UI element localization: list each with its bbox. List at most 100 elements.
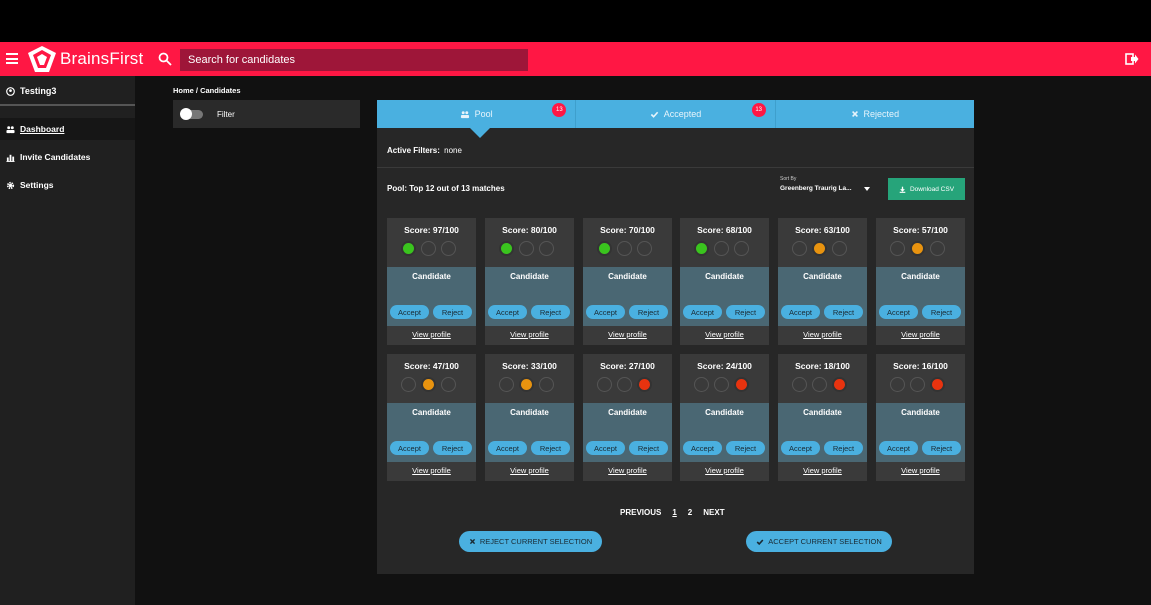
sidebar-divider xyxy=(0,104,135,106)
breadcrumb[interactable]: Home / Candidates xyxy=(173,86,241,95)
candidate-card-body: Candidate Accept Reject xyxy=(583,403,672,462)
accept-button[interactable]: Accept xyxy=(781,441,820,455)
previous-page-button[interactable]: PREVIOUS xyxy=(620,508,661,517)
logo[interactable]: BrainsFirst xyxy=(27,45,143,73)
score-indicator xyxy=(401,241,456,256)
candidate-name: Candidate xyxy=(412,408,451,417)
tab-rejected[interactable]: Rejected xyxy=(776,100,974,128)
score-dot xyxy=(832,377,847,392)
tab-pool[interactable]: Pool 13 xyxy=(377,100,577,128)
reject-button[interactable]: Reject xyxy=(726,441,765,455)
reject-button[interactable]: Reject xyxy=(629,441,668,455)
view-profile-link[interactable]: View profile xyxy=(876,466,965,475)
candidate-card-body: Candidate Accept Reject xyxy=(485,403,574,462)
accept-button[interactable]: Accept xyxy=(683,305,722,319)
accept-button[interactable]: Accept xyxy=(390,305,429,319)
accept-button[interactable]: Accept xyxy=(683,441,722,455)
reject-button[interactable]: Reject xyxy=(433,305,472,319)
score-dot xyxy=(499,377,514,392)
view-profile-link[interactable]: View profile xyxy=(485,330,574,339)
sidebar-item-settings[interactable]: Settings xyxy=(0,174,135,196)
tab-accepted[interactable]: Accepted 13 xyxy=(576,100,776,128)
candidate-card-body: Candidate Accept Reject xyxy=(485,267,574,326)
view-profile-link[interactable]: View profile xyxy=(387,466,476,475)
accept-button[interactable]: Accept xyxy=(488,305,527,319)
main-content: Home / Candidates Filter Pool 13 Accepte… xyxy=(135,76,1151,605)
user-name: Testing3 xyxy=(20,86,57,96)
active-tab-pointer xyxy=(470,128,490,138)
sort-dropdown[interactable]: Sort By Greenberg Traurig La... xyxy=(780,176,870,192)
filter-panel: Filter xyxy=(173,100,360,128)
reject-button[interactable]: Reject xyxy=(824,441,863,455)
reject-button[interactable]: Reject xyxy=(433,441,472,455)
tab-label: Rejected xyxy=(863,109,900,119)
score-dot xyxy=(832,241,847,256)
view-profile-link[interactable]: View profile xyxy=(387,330,476,339)
tab-label: Accepted xyxy=(663,109,702,119)
search-input[interactable] xyxy=(180,49,528,71)
view-profile-link[interactable]: View profile xyxy=(485,466,574,475)
accept-button[interactable]: Accept xyxy=(879,305,918,319)
accept-selection-button[interactable]: ACCEPT CURRENT SELECTION xyxy=(746,531,892,552)
logout-icon[interactable] xyxy=(1125,52,1139,66)
candidate-card-body: Candidate Accept Reject xyxy=(680,403,769,462)
candidate-score: Score: 80/100 xyxy=(502,225,557,235)
candidate-name: Candidate xyxy=(608,272,647,281)
candidate-card-body: Candidate Accept Reject xyxy=(680,267,769,326)
score-indicator xyxy=(597,377,652,392)
score-indicator xyxy=(792,241,847,256)
accept-button[interactable]: Accept xyxy=(586,305,625,319)
sidebar-item-invite-candidates[interactable]: Invite Candidates xyxy=(0,146,135,168)
candidate-card: Score: 47/100 Candidate Accept Reject View p… xyxy=(387,354,476,481)
reject-button[interactable]: Reject xyxy=(922,441,961,455)
filter-toggle[interactable] xyxy=(180,107,203,120)
score-dot xyxy=(792,241,807,256)
check-icon xyxy=(756,538,764,545)
view-profile-link[interactable]: View profile xyxy=(876,330,965,339)
download-csv-button[interactable]: Download CSV xyxy=(888,178,965,200)
page-button-2[interactable]: 2 xyxy=(688,508,692,517)
search-icon[interactable] xyxy=(158,52,172,66)
candidate-score: Score: 97/100 xyxy=(404,225,459,235)
page-button-1[interactable]: 1 xyxy=(672,508,676,517)
tab-bar: Pool 13 Accepted 13 Rejected xyxy=(377,100,974,128)
candidate-name: Candidate xyxy=(803,408,842,417)
score-dot xyxy=(734,377,749,392)
view-profile-link[interactable]: View profile xyxy=(680,466,769,475)
next-page-button[interactable]: NEXT xyxy=(703,508,724,517)
reject-button[interactable]: Reject xyxy=(629,305,668,319)
score-dot xyxy=(812,241,827,256)
score-dot xyxy=(734,241,749,256)
candidate-card: Score: 63/100 Candidate Accept Reject View p… xyxy=(778,218,867,345)
accept-button[interactable]: Accept xyxy=(488,441,527,455)
accept-button[interactable]: Accept xyxy=(390,441,429,455)
score-indicator xyxy=(694,241,749,256)
view-profile-link[interactable]: View profile xyxy=(680,330,769,339)
candidate-card: Score: 24/100 Candidate Accept Reject View p… xyxy=(680,354,769,481)
reject-button[interactable]: Reject xyxy=(922,305,961,319)
candidate-card-body: Candidate Accept Reject xyxy=(387,403,476,462)
active-filters-value: none xyxy=(444,146,462,155)
download-icon xyxy=(899,186,906,193)
view-profile-link[interactable]: View profile xyxy=(583,330,672,339)
score-dot xyxy=(910,377,925,392)
accept-button[interactable]: Accept xyxy=(781,305,820,319)
reject-button[interactable]: Reject xyxy=(726,305,765,319)
score-dot xyxy=(930,377,945,392)
sidebar-item-dashboard[interactable]: Dashboard xyxy=(0,118,135,140)
menu-icon[interactable] xyxy=(6,53,18,64)
view-profile-link[interactable]: View profile xyxy=(778,466,867,475)
user-info[interactable]: Testing3 xyxy=(6,86,56,96)
view-profile-link[interactable]: View profile xyxy=(583,466,672,475)
accept-button[interactable]: Accept xyxy=(586,441,625,455)
reject-button[interactable]: Reject xyxy=(531,305,570,319)
reject-selection-button[interactable]: REJECT CURRENT SELECTION xyxy=(459,531,602,552)
view-profile-link[interactable]: View profile xyxy=(778,330,867,339)
count-badge: 13 xyxy=(751,103,766,117)
candidate-card: Score: 97/100 Candidate Accept Reject View p… xyxy=(387,218,476,345)
reject-button[interactable]: Reject xyxy=(531,441,570,455)
reject-button[interactable]: Reject xyxy=(824,305,863,319)
accept-button[interactable]: Accept xyxy=(879,441,918,455)
user-icon xyxy=(6,86,15,96)
check-icon xyxy=(650,111,658,118)
